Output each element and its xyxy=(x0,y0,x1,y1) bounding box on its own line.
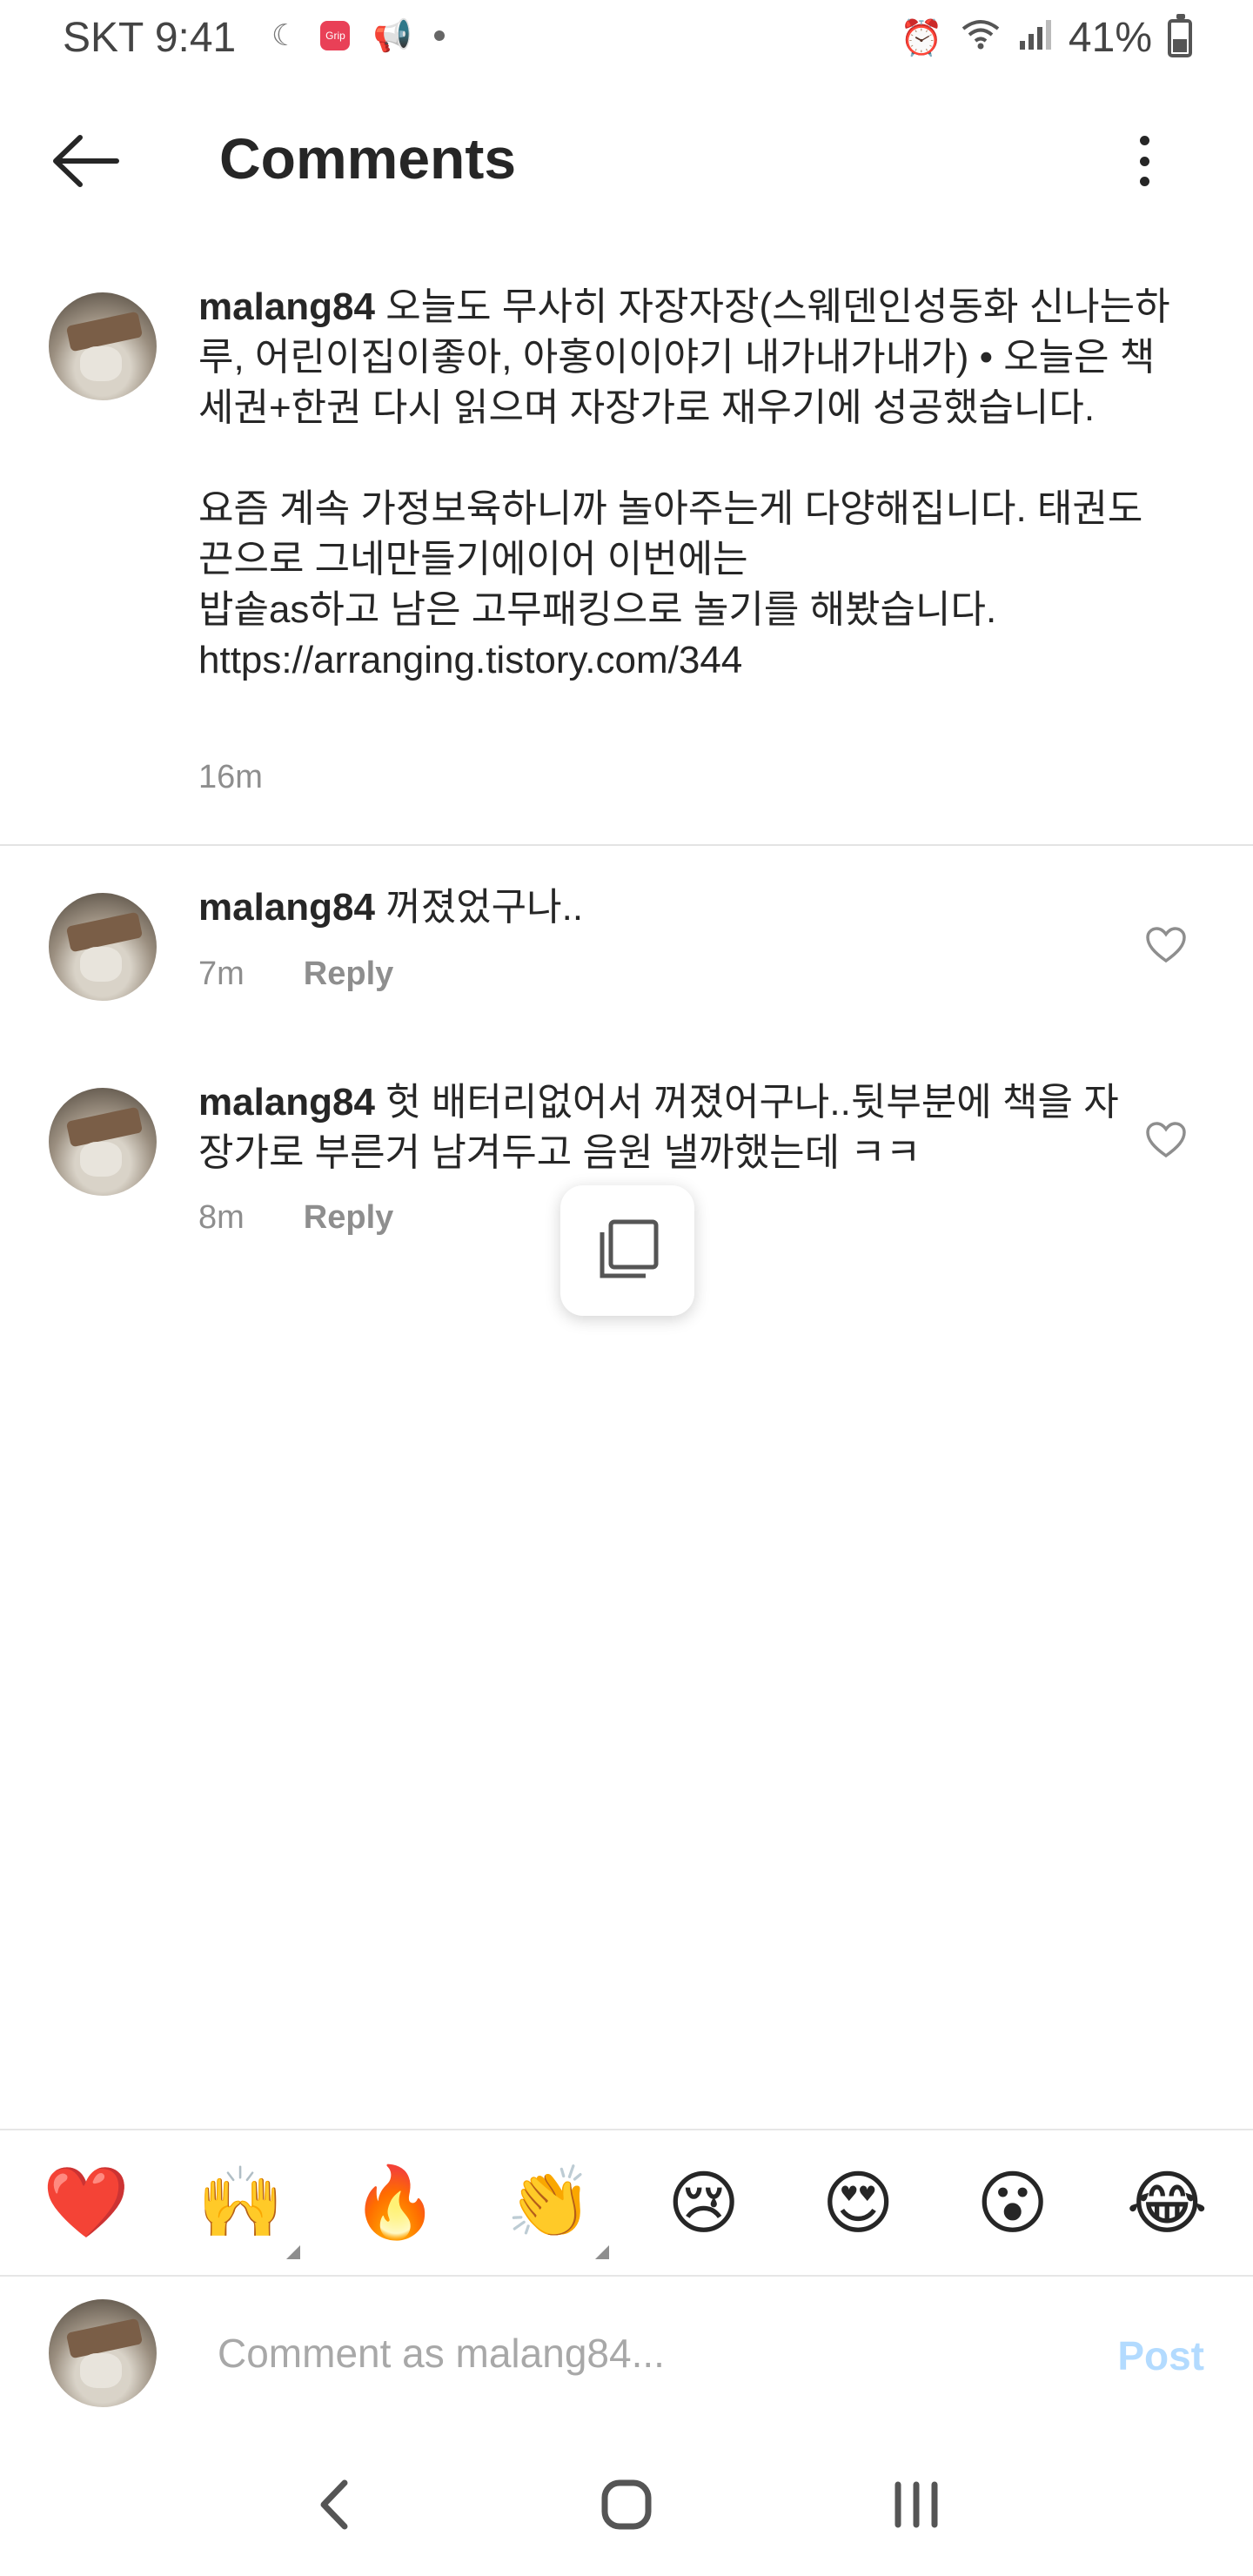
heart-eyes-emoji[interactable]: 😍 xyxy=(810,2163,906,2244)
comment-text: malang84 헛 배터리없어서 꺼졌어구나..뒷부분에 책을 자장가로 부른… xyxy=(198,1077,1121,1178)
comment-meta: 8m Reply xyxy=(198,1199,393,1237)
comment-timestamp: 8m xyxy=(198,1199,245,1236)
status-bar: SKT 9:41 ☾ Grip 📢 ⏰ 41% xyxy=(0,0,1253,78)
caption-text: malang84 오늘도 무사히 자장자장(스웨덴인성동화 신나는하루, 어린이… xyxy=(198,282,1173,686)
caption-body: 오늘도 무사히 자장자장(스웨덴인성동화 신나는하루, 어린이집이좋아, 아홍이… xyxy=(198,285,1170,681)
system-icons: ⏰ 41% xyxy=(900,13,1192,62)
battery-percent: 41% xyxy=(1068,15,1152,61)
nav-recents-button[interactable] xyxy=(877,2465,955,2544)
back-arrow-icon xyxy=(53,135,119,187)
wifi-icon xyxy=(959,17,1002,60)
username[interactable]: malang84 xyxy=(198,886,375,929)
more-notifications-icon xyxy=(434,30,446,41)
nav-home-button[interactable] xyxy=(587,2465,666,2544)
avatar[interactable] xyxy=(49,893,157,1001)
home-icon xyxy=(601,2479,652,2530)
skin-tone-indicator-icon xyxy=(286,2245,301,2259)
like-button[interactable] xyxy=(1145,926,1187,964)
more-dot xyxy=(1139,136,1149,145)
copy-button[interactable] xyxy=(560,1185,694,1316)
like-button[interactable] xyxy=(1145,1121,1187,1159)
reply-button[interactable]: Reply xyxy=(304,956,393,993)
clapping-hands-glyph: 👏 xyxy=(506,2162,593,2243)
divider xyxy=(0,844,1253,846)
raising-hands-emoji[interactable]: 🙌 xyxy=(192,2162,301,2259)
header: Comments xyxy=(0,104,1253,218)
username[interactable]: malang84 xyxy=(198,285,375,328)
tears-of-joy-emoji[interactable]: 😂 xyxy=(1119,2163,1215,2244)
comment-timestamp: 7m xyxy=(198,956,245,992)
more-dot xyxy=(1139,156,1149,166)
skin-tone-indicator-icon xyxy=(595,2245,610,2259)
moon-icon: ☾ xyxy=(271,19,298,52)
surprised-face-emoji[interactable]: 😮 xyxy=(965,2163,1061,2244)
notification-icons: ☾ Grip 📢 xyxy=(271,17,446,54)
copy-icon xyxy=(600,1219,659,1278)
more-options-button[interactable] xyxy=(1122,131,1166,191)
avatar[interactable] xyxy=(49,1088,157,1196)
battery-icon xyxy=(1168,13,1192,57)
caption-timestamp: 16m xyxy=(198,759,263,795)
emoji-reaction-bar: ❤️ 🙌 🔥 👏 😢 😍 😮 😂 xyxy=(0,2129,1253,2277)
avatar[interactable] xyxy=(49,292,157,400)
fire-emoji[interactable]: 🔥 xyxy=(347,2162,443,2244)
reply-button[interactable]: Reply xyxy=(304,1199,393,1237)
more-dot xyxy=(1139,177,1149,186)
comment-input[interactable] xyxy=(218,2315,1053,2392)
page-title: Comments xyxy=(219,126,517,191)
chevron-left-icon xyxy=(320,2479,348,2530)
nav-back-button[interactable] xyxy=(298,2465,376,2544)
crying-face-emoji[interactable]: 😢 xyxy=(656,2163,752,2244)
heart-outline-icon xyxy=(1146,927,1186,963)
carrier-time: SKT 9:41 xyxy=(63,15,237,61)
heart-outline-icon xyxy=(1146,1122,1186,1158)
comment-composer: Post xyxy=(0,2277,1253,2433)
raising-hands-glyph: 🙌 xyxy=(197,2162,285,2243)
app-badge-icon: Grip xyxy=(320,21,351,50)
comment-text: malang84 꺼졌었구나.. xyxy=(198,882,1121,933)
clapping-hands-emoji[interactable]: 👏 xyxy=(501,2162,610,2259)
comment-body: 꺼졌었구나.. xyxy=(374,886,584,929)
recents-icon xyxy=(895,2481,938,2528)
navigation-bar xyxy=(0,2433,1253,2576)
post-button[interactable]: Post xyxy=(1117,2332,1204,2379)
comment-meta: 7m Reply xyxy=(198,956,393,993)
alarm-icon: ⏰ xyxy=(900,19,943,57)
avatar xyxy=(49,2299,157,2407)
red-heart-emoji[interactable]: ❤️ xyxy=(38,2162,134,2244)
signal-icon xyxy=(1018,17,1053,60)
megaphone-icon: 📢 xyxy=(372,17,412,53)
username[interactable]: malang84 xyxy=(198,1081,375,1124)
back-button[interactable] xyxy=(47,131,125,191)
post-caption: malang84 오늘도 무사히 자장자장(스웨덴인성동화 신나는하루, 어린이… xyxy=(0,278,1253,844)
